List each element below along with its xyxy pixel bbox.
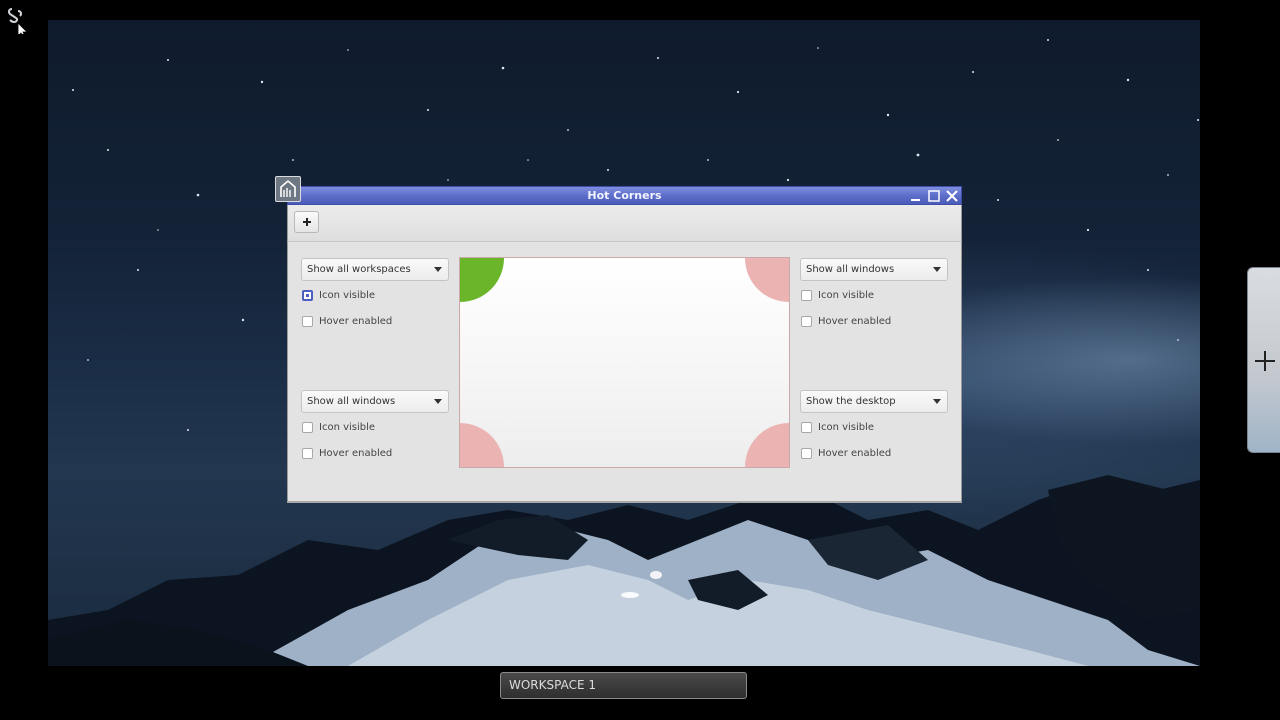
bottom-right-corner-indicator[interactable] [745, 423, 789, 467]
workspace-label[interactable]: WORKSPACE 1 [500, 672, 747, 699]
checkbox-label: Hover enabled [818, 316, 892, 327]
checkbox-box[interactable] [302, 290, 313, 301]
add-workspace-icon[interactable] [1252, 348, 1278, 374]
top-right-action-select[interactable]: Show all windows [800, 258, 948, 281]
top-left-action-value: Show all workspaces [307, 264, 411, 275]
window-titlebar[interactable]: Hot Corners [287, 186, 962, 205]
hot-corners-panel: Show all workspaces Icon visible Hover e… [287, 242, 962, 503]
window-title: Hot Corners [587, 189, 662, 202]
checkbox-label: Icon visible [319, 290, 376, 301]
checkbox-label: Hover enabled [818, 448, 892, 459]
bottom-right-action-value: Show the desktop [806, 396, 896, 407]
checkbox-label: Hover enabled [319, 448, 393, 459]
checkbox-label: Icon visible [319, 422, 376, 433]
top-right-corner-indicator[interactable] [745, 258, 789, 302]
hot-corner-icon[interactable] [6, 6, 28, 38]
screen-preview [459, 257, 790, 468]
bottom-left-action-select[interactable]: Show all windows [301, 390, 449, 413]
desktop-screen: WORKSPACE 1 Hot Corners Show all workspa… [0, 0, 1280, 720]
bottom-right-action-select[interactable]: Show the desktop [800, 390, 948, 413]
maximize-button[interactable] [926, 188, 942, 204]
bottom-left-corner-indicator[interactable] [460, 423, 504, 467]
checkbox-box[interactable] [801, 448, 812, 459]
top-left-action-select[interactable]: Show all workspaces [301, 258, 449, 281]
close-button[interactable] [944, 188, 960, 204]
top-right-action-value: Show all windows [806, 264, 895, 275]
checkbox-box[interactable] [801, 290, 812, 301]
add-button[interactable] [294, 211, 319, 233]
chevron-down-icon [434, 267, 442, 272]
checkbox-box[interactable] [801, 316, 812, 327]
window-toolbar [287, 205, 962, 242]
add-icon [303, 218, 311, 226]
checkbox-label: Icon visible [818, 290, 875, 301]
checkbox-box[interactable] [302, 448, 313, 459]
bottom-left-action-value: Show all windows [307, 396, 396, 407]
checkbox-label: Icon visible [818, 422, 875, 433]
checkbox-box[interactable] [302, 422, 313, 433]
chevron-down-icon [434, 399, 442, 404]
checkbox-box[interactable] [302, 316, 313, 327]
chevron-down-icon [933, 399, 941, 404]
chevron-down-icon [933, 267, 941, 272]
workspace-side-panel[interactable] [1247, 267, 1280, 453]
window-menu-icon[interactable] [275, 176, 301, 202]
minimize-button[interactable] [908, 188, 924, 204]
hot-corners-window: Hot Corners Show all workspaces Icon vis… [275, 176, 962, 503]
checkbox-label: Hover enabled [319, 316, 393, 327]
checkbox-box[interactable] [801, 422, 812, 433]
top-left-corner-indicator[interactable] [460, 258, 504, 302]
